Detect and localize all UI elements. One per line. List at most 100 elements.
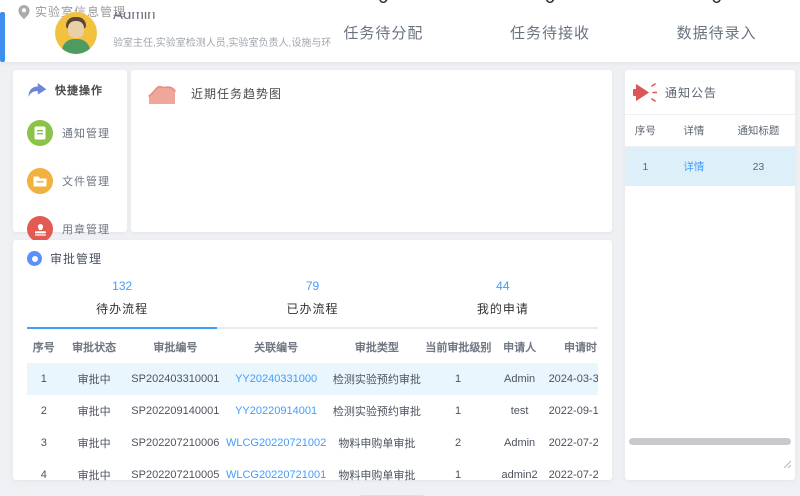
cell-status: 审批中 [61,459,128,491]
stat-label: 数据待录入 [633,22,800,43]
trend-chart-title: 近期任务趋势图 [191,85,282,102]
approval-table-header: 序号 审批状态 审批编号 关联编号 审批类型 当前审批级别 申请人 申请时 [27,331,598,363]
trend-chart-panel: 近期任务趋势图 [131,70,612,232]
column-header: 审批类型 [329,331,424,363]
left-scroll-indicator[interactable] [0,12,5,62]
column-header: 审批编号 [128,331,223,363]
top-header: 实验室信息管理 Admin 验室主任,实验室检测人员,实验室负责人,设施与环 0… [0,0,800,63]
notice-detail-link[interactable]: 详情 [683,161,704,173]
cell-type: 物料申购单审批 [329,459,424,491]
tab-label: 待办流程 [27,300,217,317]
quick-action-label: 用章管理 [62,221,110,237]
notice-title-cell: 23 [722,147,795,187]
tab-pending-flows[interactable]: 132 待办流程 [27,275,217,327]
stat-data-to-enter: 0 数据待录入 [633,0,800,62]
stat-value: 0 [545,0,556,13]
column-header: 序号 [27,331,61,363]
stats-row: 0 任务待分配 0 任务待接收 0 数据待录入 [300,0,800,62]
cell-type: 检测实验预约审批 [329,395,424,427]
approval-badge-icon [27,251,42,266]
related-no-link[interactable]: WLCG20220721001 [226,469,326,481]
cell-type: 物料申购单审批 [329,427,424,459]
cell-approval-no: SP202403310001 [128,363,223,395]
column-header: 申请时 [548,331,598,363]
related-no-link[interactable]: YY20240331000 [235,373,317,385]
cell-type: 检测实验预约审批 [329,363,424,395]
cell-level: 1 [424,395,491,427]
column-header: 当前审批级别 [424,331,491,363]
stat-value: 0 [711,0,722,13]
column-header: 审批状态 [61,331,128,363]
user-name: Admin [113,12,156,27]
notice-panel: 通知公告 序号 详情 通知标题 1 详情 23 [625,70,795,480]
avatar-shirt [62,39,90,54]
approval-panel-title: 审批管理 [50,250,102,267]
horizontal-scrollbar[interactable] [629,438,791,445]
notice-doc-icon [27,120,53,146]
stat-value: 0 [378,0,389,13]
table-row[interactable]: 4 审批中 SP202207210005 WLCG20220721001 物料申… [27,459,598,491]
share-arrow-icon [27,83,47,97]
cell-level: 1 [424,363,491,395]
tab-label: 我的申请 [408,300,598,317]
avatar-face [68,21,84,38]
cell-status: 审批中 [61,427,128,459]
active-tab-indicator [27,327,217,329]
column-header: 详情 [666,115,722,147]
tab-count: 132 [27,279,217,293]
quick-action-notice-mgmt[interactable]: 通知管理 [27,120,127,146]
cell-applicant: Admin [492,363,548,395]
quick-action-file-mgmt[interactable]: 文件管理 [27,168,127,194]
stat-tasks-to-assign: 0 任务待分配 [300,0,467,62]
notice-table: 序号 详情 通知标题 1 详情 23 [625,114,795,186]
tab-count: 44 [408,279,598,293]
quick-action-label: 通知管理 [62,125,110,141]
cell-approval-no: SP202207210005 [128,459,223,491]
cell-apply-date: 2022-07-21 [548,459,598,491]
area-chart-icon [147,80,177,106]
related-no-link[interactable]: WLCG20220721002 [226,437,326,449]
file-folder-icon [27,168,53,194]
stat-tasks-to-receive: 0 任务待接收 [467,0,634,62]
cell-applicant: test [492,395,548,427]
notice-table-header: 序号 详情 通知标题 [625,115,795,147]
column-header: 通知标题 [722,115,795,147]
column-header: 关联编号 [223,331,329,363]
quick-actions-title: 快捷操作 [55,82,103,98]
notice-index: 1 [625,147,666,187]
resize-handle-icon[interactable] [781,458,791,468]
table-row[interactable]: 2 审批中 SP202209140001 YY20220914001 检测实验预… [27,395,598,427]
cell-apply-date: 2022-07-21 [548,427,598,459]
column-header: 序号 [625,115,666,147]
approval-table: 序号 审批状态 审批编号 关联编号 审批类型 当前审批级别 申请人 申请时 1 … [27,331,598,491]
cell-approval-no: SP202207210006 [128,427,223,459]
tab-done-flows[interactable]: 79 已办流程 [217,275,407,327]
cell-index: 2 [27,395,61,427]
stat-label: 任务待分配 [300,22,467,43]
notice-row[interactable]: 1 详情 23 [625,147,795,187]
user-avatar[interactable] [55,12,97,54]
megaphone-icon [633,82,657,102]
table-row[interactable]: 1 审批中 SP202403310001 YY20240331000 检测实验预… [27,363,598,395]
stat-label: 任务待接收 [467,22,634,43]
cell-status: 审批中 [61,395,128,427]
cell-applicant: admin2 [492,459,548,491]
approval-tabs: 132 待办流程 79 已办流程 44 我的申请 [27,275,598,329]
cell-level: 2 [424,427,491,459]
approval-panel: 审批管理 132 待办流程 79 已办流程 44 我的申请 序号 审批状态 审批… [13,240,612,480]
cell-index: 3 [27,427,61,459]
cell-apply-date: 2024-03-31 [548,363,598,395]
user-info: Admin 验室主任,实验室检测人员,实验室负责人,设施与环 [55,12,331,54]
quick-action-stamp-mgmt[interactable]: 用章管理 [27,216,127,242]
user-roles: 验室主任,实验室检测人员,实验室负责人,设施与环 [113,34,331,49]
quick-action-label: 文件管理 [62,173,110,189]
location-pin-icon [18,5,30,19]
cell-applicant: Admin [492,427,548,459]
tab-label: 已办流程 [217,300,407,317]
related-no-link[interactable]: YY20220914001 [235,405,317,417]
tab-my-applications[interactable]: 44 我的申请 [408,275,598,327]
column-header: 申请人 [492,331,548,363]
table-row[interactable]: 3 审批中 SP202207210006 WLCG20220721002 物料申… [27,427,598,459]
cell-index: 1 [27,363,61,395]
quick-actions-panel: 快捷操作 通知管理 文件管理 用章管理 [13,70,127,232]
